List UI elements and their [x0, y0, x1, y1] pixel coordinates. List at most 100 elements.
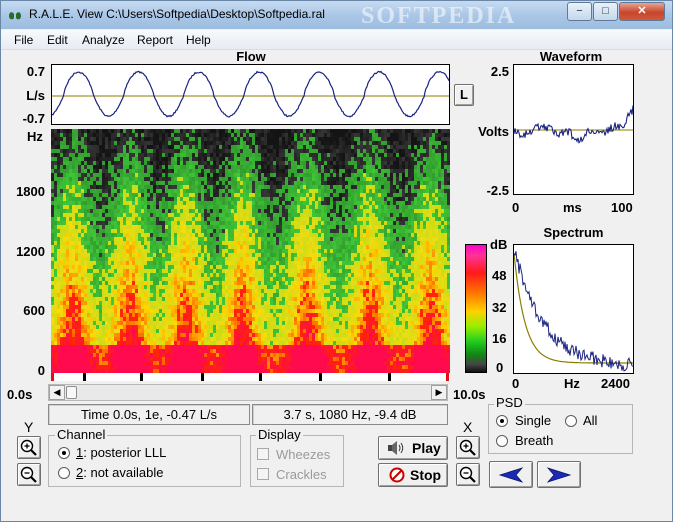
spectrogram-cell: [54, 333, 57, 337]
spectrogram-cell: [108, 253, 111, 257]
menu-edit[interactable]: Edit: [47, 33, 68, 47]
spectrogram-cell: [57, 169, 60, 173]
spectrogram-cell: [246, 209, 249, 213]
spectrogram-cell: [228, 321, 231, 325]
close-button[interactable]: ✕: [619, 2, 665, 21]
spectrogram-cell: [156, 173, 159, 177]
spectrogram-cell: [159, 133, 162, 137]
l-button[interactable]: L: [454, 84, 474, 106]
spectrogram-cell: [228, 277, 231, 281]
spectrogram-cell: [285, 221, 288, 225]
spectrogram-cell: [252, 177, 255, 181]
spectrogram-cell: [81, 169, 84, 173]
spectrogram-cell: [120, 253, 123, 257]
spectrogram-cell: [207, 241, 210, 245]
spectrogram-cell: [114, 141, 117, 145]
spectrogram-cell: [171, 293, 174, 297]
spectrogram-cell: [78, 177, 81, 181]
spectrogram-cell: [75, 129, 78, 133]
spectrogram-cell: [63, 305, 66, 309]
spectrogram-cell: [162, 241, 165, 245]
spectrogram-cell: [267, 241, 270, 245]
menu-analyze[interactable]: Analyze: [82, 33, 125, 47]
spectrogram-cell: [237, 273, 240, 277]
spectrogram-cell: [168, 309, 171, 313]
spectrogram-cell: [279, 209, 282, 213]
spectrogram-cell: [276, 161, 279, 165]
spectrogram-cell: [225, 157, 228, 161]
spectrogram-cell: [267, 341, 270, 345]
menu-help[interactable]: Help: [186, 33, 211, 47]
spectrogram-cell: [285, 337, 288, 341]
spectrogram-cell: [51, 301, 54, 305]
flow-plot[interactable]: [51, 64, 450, 125]
spectrogram-cell: [171, 241, 174, 245]
spectrogram-cell: [234, 325, 237, 329]
spectrogram-cell: [219, 289, 222, 293]
spectrogram-cell: [261, 285, 264, 289]
spectrogram-cell: [234, 145, 237, 149]
spectrogram-cell: [186, 177, 189, 181]
spectrogram-cell: [135, 205, 138, 209]
spectrogram-cell: [114, 297, 117, 301]
spectrogram-cell: [138, 177, 141, 181]
spectrogram-cell: [117, 177, 120, 181]
spectrogram-cell: [261, 245, 264, 249]
spectrogram-cell: [72, 129, 75, 133]
maximize-button[interactable]: □: [593, 2, 618, 21]
spectrogram-cell: [108, 269, 111, 273]
spectrogram-cell: [63, 361, 66, 365]
spectrogram-cell: [156, 353, 159, 357]
spectrogram-cell: [102, 217, 105, 221]
spectrogram-cell: [174, 237, 177, 241]
menu-report[interactable]: Report: [137, 33, 173, 47]
spectrogram-cell: [66, 205, 69, 209]
spectrogram-cell: [132, 209, 135, 213]
spectrogram-cell: [84, 309, 87, 313]
spectrogram-cell: [102, 165, 105, 169]
spectrogram-cell: [150, 193, 153, 197]
spectrogram-cell: [252, 261, 255, 265]
spectrogram-cell: [120, 237, 123, 241]
spectrogram-cell: [279, 361, 282, 365]
spectrogram-cell: [117, 129, 120, 133]
spectrogram-cell: [114, 321, 117, 325]
spectrogram-cell: [201, 233, 204, 237]
spectrogram-cell: [81, 245, 84, 249]
spectrogram-cell: [78, 169, 81, 173]
spectrogram-cell: [156, 249, 159, 253]
spectrogram-cell: [117, 225, 120, 229]
spectrogram-cell: [198, 297, 201, 301]
spectrogram-cell: [171, 265, 174, 269]
spectrogram-cell: [72, 289, 75, 293]
menu-file[interactable]: File: [14, 33, 33, 47]
minimize-button[interactable]: −: [567, 2, 592, 21]
spectrogram-cell: [57, 225, 60, 229]
spectrogram-cell: [240, 329, 243, 333]
spectrogram-cell: [279, 233, 282, 237]
spectrogram-cell: [243, 241, 246, 245]
spectrogram-cell: [210, 185, 213, 189]
spectrogram-cell: [147, 277, 150, 281]
spectrogram-cell: [87, 157, 90, 161]
spectrogram-cell: [192, 317, 195, 321]
spectrogram-cell: [57, 205, 60, 209]
spectrogram-cell: [138, 181, 141, 185]
spectrogram-cell: [66, 209, 69, 213]
spectrogram-cell: [99, 173, 102, 177]
spectrogram[interactable]: [51, 129, 450, 373]
spectrogram-cell: [219, 273, 222, 277]
spectrogram-cell: [177, 357, 180, 361]
spectrogram-cell: [228, 213, 231, 217]
spectrogram-cell: [291, 257, 294, 261]
spectrogram-cell: [240, 269, 243, 273]
spectrogram-cell: [258, 173, 261, 177]
spectrogram-cell: [60, 141, 63, 145]
spectrogram-cell: [288, 137, 291, 141]
spectrogram-cell: [177, 257, 180, 261]
title-bar[interactable]: R.A.L.E. View C:\Users\Softpedia\Desktop…: [1, 1, 672, 29]
spectrogram-cell: [84, 333, 87, 337]
spectrogram-cell: [210, 229, 213, 233]
spectrogram-cell: [57, 133, 60, 137]
spectrogram-cell: [162, 305, 165, 309]
